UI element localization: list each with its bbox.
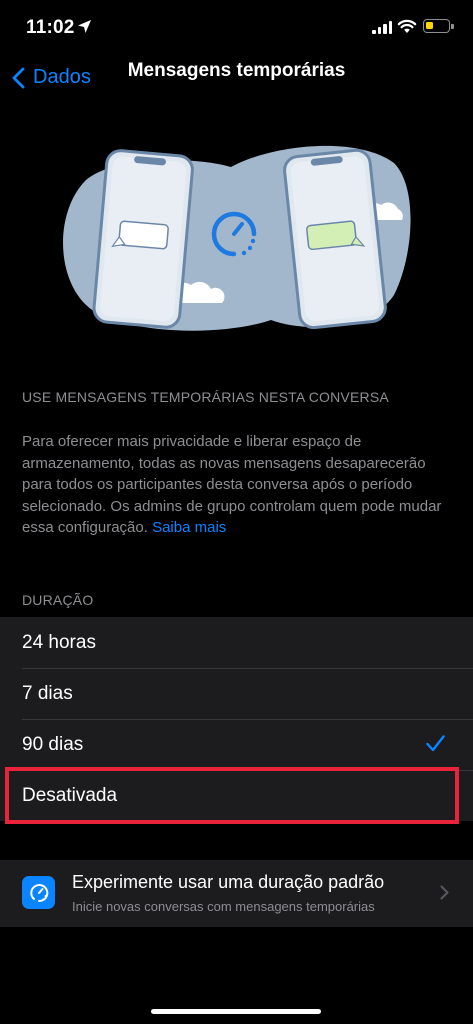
duration-option-24h[interactable]: 24 horas — [0, 617, 473, 668]
location-arrow-icon — [78, 20, 91, 33]
wifi-icon — [397, 19, 417, 33]
default-duration-promo[interactable]: Experimente usar uma duração padrão Inic… — [0, 860, 473, 927]
duration-option-7d[interactable]: 7 dias — [0, 668, 473, 719]
section-description: Para oferecer mais privacidade e liberar… — [22, 431, 452, 539]
home-indicator[interactable] — [151, 1009, 321, 1014]
disappearing-messages-illustration — [63, 145, 411, 331]
status-time: 11:02 — [26, 17, 75, 38]
battery-icon — [423, 19, 450, 33]
highlight-box — [5, 767, 459, 824]
battery-tip — [451, 24, 454, 29]
section-header: USE MENSAGENS TEMPORÁRIAS NESTA CONVERSA — [22, 389, 389, 405]
chevron-right-icon — [440, 885, 449, 900]
description-text: Para oferecer mais privacidade e liberar… — [22, 433, 442, 537]
cellular-signal-icon — [372, 21, 392, 34]
checkmark-icon — [426, 735, 445, 752]
phone-left — [92, 149, 194, 329]
learn-more-link[interactable]: Saiba mais — [152, 519, 226, 536]
timer-icon — [22, 876, 55, 909]
battery-level — [426, 22, 433, 29]
status-bar: 11:02 — [0, 0, 473, 52]
promo-title: Experimente usar uma duração padrão — [72, 872, 385, 892]
duration-option-label: 7 dias — [22, 682, 73, 704]
duration-header: DURAÇÃO — [22, 592, 94, 608]
duration-option-label: 90 dias — [22, 733, 84, 755]
duration-option-90d[interactable]: 90 dias — [0, 719, 473, 770]
phone-right — [283, 148, 387, 330]
duration-option-label: 24 horas — [22, 631, 96, 653]
page-title: Mensagens temporárias — [127, 60, 346, 81]
promo-subtitle: Inicie novas conversas com mensagens tem… — [72, 899, 375, 914]
